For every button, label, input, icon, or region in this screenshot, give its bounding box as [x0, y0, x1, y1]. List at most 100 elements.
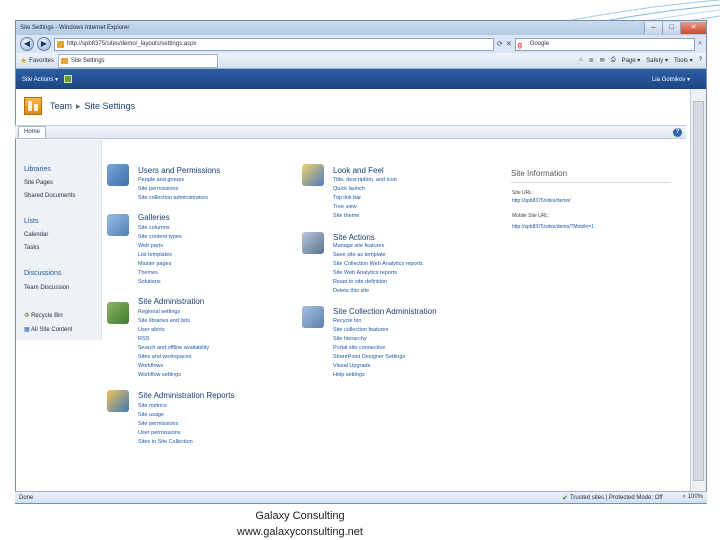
link-delete-this-site[interactable]: Delete this site	[333, 288, 369, 294]
forward-icon[interactable]: ▶	[37, 37, 51, 51]
ql-item-team-discussion[interactable]: Team Discussion	[24, 285, 69, 291]
user-menu[interactable]: Lia Gotnikov ▾	[652, 76, 690, 83]
refresh-icon[interactable]: ⟳	[497, 40, 503, 48]
site-url-label: Site URL:	[512, 190, 534, 196]
mobile-url-value[interactable]: http://spb8375/sites/demo/?Mobile=1	[512, 224, 594, 230]
feeds-icon[interactable]: ≋	[589, 57, 594, 64]
link-regional-settings[interactable]: Regional settings	[138, 309, 180, 315]
link-manage-site-features[interactable]: Manage site features	[333, 243, 384, 249]
stop-icon[interactable]: ✕	[506, 40, 512, 48]
link-portal-site-connection[interactable]: Portal site connection	[333, 345, 386, 351]
recycle-bin-link[interactable]: ♻ Recycle Bin	[24, 312, 63, 319]
section-title-look-and-feel: Look and Feel	[333, 166, 384, 175]
section-title-galleries: Galleries	[138, 213, 170, 222]
site-reports-icon	[107, 390, 129, 412]
page-header: Team ▸ Site Settings	[16, 89, 690, 123]
link-site-permissions-report[interactable]: Site permissions	[138, 421, 178, 427]
tab-home[interactable]: Home	[18, 126, 46, 139]
ql-heading-discussions[interactable]: Discussions	[24, 270, 61, 277]
link-tree-view[interactable]: Tree view	[333, 204, 357, 210]
link-web-parts[interactable]: Web parts	[138, 243, 163, 249]
home-icon[interactable]: ⌂	[579, 57, 583, 64]
link-user-permissions[interactable]: User permissions	[138, 430, 180, 436]
minimize-button[interactable]: –	[644, 22, 662, 34]
address-bar[interactable]: http://spb8375/sites/demo/_layouts/setti…	[54, 37, 494, 51]
search-input[interactable]: g Google	[514, 37, 696, 51]
site-logo-icon[interactable]	[24, 97, 42, 115]
maximize-button[interactable]: □	[662, 22, 680, 34]
print-icon[interactable]: ⎙	[611, 57, 616, 64]
link-reset-site-definition[interactable]: Reset to site definition	[333, 279, 387, 285]
ql-item-site-pages[interactable]: Site Pages	[24, 180, 53, 186]
link-user-alerts[interactable]: User alerts	[138, 327, 165, 333]
link-site-columns[interactable]: Site columns	[138, 225, 170, 231]
link-save-site-as-template[interactable]: Save site as template	[333, 252, 386, 258]
link-rss[interactable]: RSS	[138, 336, 149, 342]
link-help-settings[interactable]: Help settings	[333, 372, 365, 378]
footer-company: Galaxy Consulting	[255, 510, 345, 522]
check-icon: ✔	[562, 494, 568, 502]
safety-menu[interactable]: Safety ▾	[646, 57, 668, 64]
link-site-hierarchy[interactable]: Site hierarchy	[333, 336, 367, 342]
link-site-usage[interactable]: Site usage	[138, 412, 164, 418]
browser-tab[interactable]: Site Settings	[57, 53, 218, 68]
search-placeholder: Google	[529, 40, 550, 47]
link-site-metrics[interactable]: Site metrics	[138, 403, 167, 409]
zoom-icon: ⌕	[682, 494, 686, 500]
link-sites-and-workspaces[interactable]: Sites and workspaces	[138, 354, 192, 360]
favorites-label: Favorites	[29, 57, 54, 64]
ql-heading-lists[interactable]: Lists	[24, 218, 38, 225]
link-people-and-groups[interactable]: People and groups	[138, 177, 184, 183]
mail-icon[interactable]: ✉	[600, 57, 605, 64]
link-visual-upgrade[interactable]: Visual Upgrade	[333, 363, 371, 369]
zoom-control[interactable]: ⌕ 100%	[683, 494, 703, 501]
scrollbar-thumb[interactable]	[693, 101, 704, 481]
link-site-content-types[interactable]: Site content types	[138, 234, 182, 240]
link-sites-in-site-collection[interactable]: Sites in Site Collection	[138, 439, 193, 445]
close-button[interactable]: ✕	[680, 22, 706, 34]
breadcrumb-site-link[interactable]: Team	[50, 101, 72, 112]
recycle-bin-label: Recycle Bin	[31, 313, 63, 319]
all-site-content-link[interactable]: ▦ All Site Content	[24, 326, 72, 333]
galleries-icon	[107, 214, 129, 236]
navigate-up-icon[interactable]	[64, 75, 73, 83]
link-workflow-settings[interactable]: Workflow settings	[138, 372, 181, 378]
help-menu[interactable]: ?	[699, 57, 702, 64]
link-list-templates[interactable]: List templates	[138, 252, 172, 258]
link-themes[interactable]: Themes	[138, 270, 158, 276]
link-sc-web-analytics[interactable]: Site Collection Web Analytics reports	[333, 261, 423, 267]
address-toolbar: ◀ ▶ http://spb8375/sites/demo/_layouts/s…	[16, 35, 706, 53]
link-sharepoint-designer-settings[interactable]: SharePoint Designer Settings	[333, 354, 405, 360]
scrollbar[interactable]	[690, 89, 706, 497]
site-url-value[interactable]: http://spb8375/sites/demo/	[512, 198, 571, 204]
link-workflows[interactable]: Workflows	[138, 363, 163, 369]
link-top-link-bar[interactable]: Top link bar	[333, 195, 361, 201]
security-zone-label: Trusted sites | Protected Mode: Off	[569, 494, 663, 501]
favorites-button[interactable]: ★ Favorites	[20, 56, 54, 65]
link-site-theme[interactable]: Site theme	[333, 213, 359, 219]
link-site-collection-administrators[interactable]: Site collection administrators	[138, 195, 208, 201]
link-search-offline[interactable]: Search and offline availability	[138, 345, 209, 351]
ql-item-tasks[interactable]: Tasks	[24, 245, 39, 251]
link-site-web-analytics[interactable]: Site Web Analytics reports	[333, 270, 397, 276]
help-icon[interactable]: ?	[673, 128, 682, 137]
security-zone[interactable]: ✔ Trusted sites | Protected Mode: Off	[562, 494, 662, 502]
link-site-libraries-and-lists[interactable]: Site libraries and lists	[138, 318, 190, 324]
site-collection-admin-icon	[302, 306, 324, 328]
link-master-pages[interactable]: Master pages	[138, 261, 171, 267]
ql-heading-libraries[interactable]: Libraries	[24, 166, 51, 173]
link-title-description-icon[interactable]: Title, description, and icon	[333, 177, 397, 183]
page-menu[interactable]: Page ▾	[622, 57, 641, 64]
ql-item-shared-documents[interactable]: Shared Documents	[24, 193, 75, 199]
search-icon[interactable]: ⌕	[698, 40, 702, 48]
tools-menu[interactable]: Tools ▾	[674, 57, 693, 64]
command-bar: ⌂ ≋ ✉ ⎙ Page ▾ Safety ▾ Tools ▾ ?	[579, 57, 702, 64]
site-actions-menu[interactable]: Site Actions ▾	[22, 76, 58, 83]
link-recycle-bin[interactable]: Recycle bin	[333, 318, 361, 324]
link-solutions[interactable]: Solutions	[138, 279, 161, 285]
back-icon[interactable]: ◀	[20, 37, 34, 51]
link-quick-launch[interactable]: Quick launch	[333, 186, 365, 192]
link-site-permissions[interactable]: Site permissions	[138, 186, 178, 192]
ql-item-calendar[interactable]: Calendar	[24, 232, 48, 238]
link-site-collection-features[interactable]: Site collection features	[333, 327, 388, 333]
